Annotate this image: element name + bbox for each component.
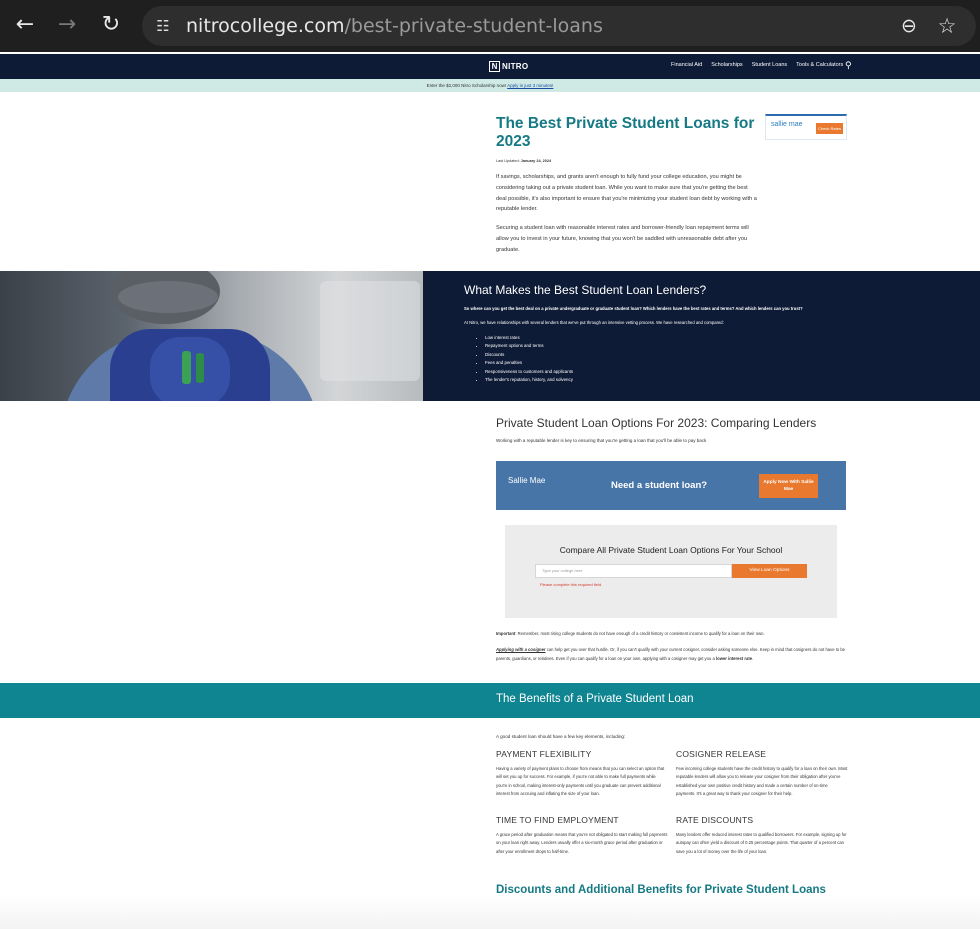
compare-heading: Private Student Loan Options For 2023: C…: [496, 416, 817, 430]
lenders-heading: What Makes the Best Student Loan Lenders…: [464, 283, 707, 297]
logo-mark: N: [489, 61, 500, 72]
check-rates-button[interactable]: Check Rates: [816, 123, 843, 134]
promo-text: Enter the $2,000 Nitro Scholarship now!: [426, 83, 507, 88]
nav-scholarships[interactable]: Scholarships: [711, 62, 743, 68]
benefits-band: The Benefits of a Private Student Loan: [0, 683, 980, 718]
cosigner-release-heading: COSIGNER RELEASE: [676, 749, 767, 759]
cosigner-end: .: [752, 656, 754, 661]
promo-link[interactable]: Apply in just 3 minutes!: [507, 83, 553, 88]
list-item: Responsiveness to customers and applican…: [485, 368, 573, 376]
sallie-mae-logo: Sallie Mae: [508, 476, 546, 485]
cosigner-bold: lower interest rate: [715, 656, 753, 661]
arrow-right-icon: →: [57, 12, 77, 37]
site-logo[interactable]: N NITRO: [489, 60, 528, 73]
cosigner-link[interactable]: Applying with a cosigner: [496, 647, 546, 652]
cosigner-note: Applying with a cosigner can help get yo…: [496, 645, 846, 663]
cosigner-text: can help get you over that hurdle. Or, i…: [496, 647, 846, 661]
forward-button[interactable]: →: [52, 10, 82, 40]
apply-now-button[interactable]: Apply Now With Sallie Mae: [759, 474, 818, 498]
benefits-lead: A good student loan should have a few ke…: [496, 734, 626, 739]
arrow-left-icon: ←: [15, 12, 35, 37]
bottom-fade: [0, 895, 980, 929]
zoom-out-icon[interactable]: ⊖: [895, 12, 923, 40]
updated-date: January 24, 2024: [520, 159, 552, 163]
cosigner-release-text: Few incoming college students have the c…: [676, 766, 848, 797]
important-label: Important: [496, 631, 516, 636]
address-bar[interactable]: ☷ nitrocollege.com/best-private-student-…: [142, 6, 976, 46]
discounts-heading: Discounts and Additional Benefits for Pr…: [496, 884, 826, 896]
list-item: The lender's reputation, history, and so…: [485, 376, 573, 384]
lenders-question: So where can you get the best deal on a …: [464, 306, 803, 311]
time-to-find-employment-text: A grace period after graduation means th…: [496, 832, 668, 854]
updated-label: Last Updated:: [496, 159, 520, 163]
lenders-text: At Nitro, we have relationships with sev…: [464, 320, 724, 325]
nav-tools-calculators[interactable]: Tools & Calculators: [796, 62, 843, 68]
sallie-mae-logo: sallie mae: [771, 121, 803, 128]
tune-icon[interactable]: ☷: [152, 15, 174, 37]
payment-flexibility-heading: PAYMENT FLEXIBILITY: [496, 749, 592, 759]
nav-student-loans[interactable]: Student Loans: [752, 62, 787, 68]
search-icon[interactable]: ⚲: [845, 61, 852, 71]
site-header: N NITRO Financial Aid Scholarships Stude…: [0, 54, 980, 79]
intro-paragraph-2: Securing a student loan with reasonable …: [496, 225, 749, 253]
criteria-list: Low interest rates Repayment options and…: [478, 334, 573, 384]
logo-text: NITRO: [502, 62, 529, 71]
banner-text: Need a student loan?: [611, 480, 708, 491]
main-nav: Financial Aid Scholarships Student Loans…: [671, 62, 843, 68]
rate-discounts-heading: RATE DISCOUNTS: [676, 815, 754, 825]
list-item: Fees and penalties: [485, 359, 573, 367]
url-domain: nitrocollege.com: [186, 15, 345, 37]
rate-discounts-text: Many lenders offer reduced interest rate…: [676, 832, 847, 854]
college-search-input[interactable]: Type your college here: [535, 564, 732, 578]
url-text[interactable]: nitrocollege.com/best-private-student-lo…: [186, 15, 603, 37]
page-title: The Best Private Student Loans for 2023: [496, 115, 755, 150]
important-note: Important: Remember, most rising college…: [496, 629, 846, 638]
nav-financial-aid[interactable]: Financial Aid: [671, 62, 702, 68]
error-message: Please complete this required field.: [540, 582, 603, 587]
star-icon[interactable]: ☆: [933, 12, 961, 40]
sallie-mae-banner[interactable]: Sallie Mae Need a student loan? Apply No…: [496, 461, 846, 510]
compare-box-title: Compare All Private Student Loan Options…: [559, 545, 783, 555]
list-item: Low interest rates: [485, 334, 573, 342]
payment-flexibility-text: Having a variety of payment plans to cho…: [496, 766, 665, 797]
compare-subtitle: Working with a reputable lender is key t…: [496, 438, 707, 443]
list-item: Discounts: [485, 351, 573, 359]
last-updated: Last Updated: January 24, 2024: [496, 159, 551, 163]
browser-toolbar: ← → ↻ ☷ nitrocollege.com/best-private-st…: [0, 0, 980, 52]
important-text: : Remember, most rising college students…: [515, 631, 765, 636]
back-button[interactable]: ←: [10, 10, 40, 40]
compare-box: Compare All Private Student Loan Options…: [505, 525, 837, 618]
list-item: Repayment options and terms: [485, 342, 573, 350]
benefits-heading: The Benefits of a Private Student Loan: [496, 693, 694, 705]
reload-button[interactable]: ↻: [96, 10, 126, 40]
promo-bar: Enter the $2,000 Nitro Scholarship now! …: [0, 79, 980, 92]
view-loan-options-button[interactable]: View Loan Options: [732, 564, 807, 578]
sallie-mae-ad[interactable]: sallie mae Check Rates: [765, 114, 847, 140]
time-to-find-employment-heading: TIME TO FIND EMPLOYMENT: [496, 815, 619, 825]
student-backpack-photo: [0, 271, 423, 401]
intro-paragraph-1: If savings, scholarships, and grants are…: [496, 174, 757, 213]
reload-icon: ↻: [101, 12, 121, 37]
url-path: /best-private-student-loans: [344, 15, 603, 37]
